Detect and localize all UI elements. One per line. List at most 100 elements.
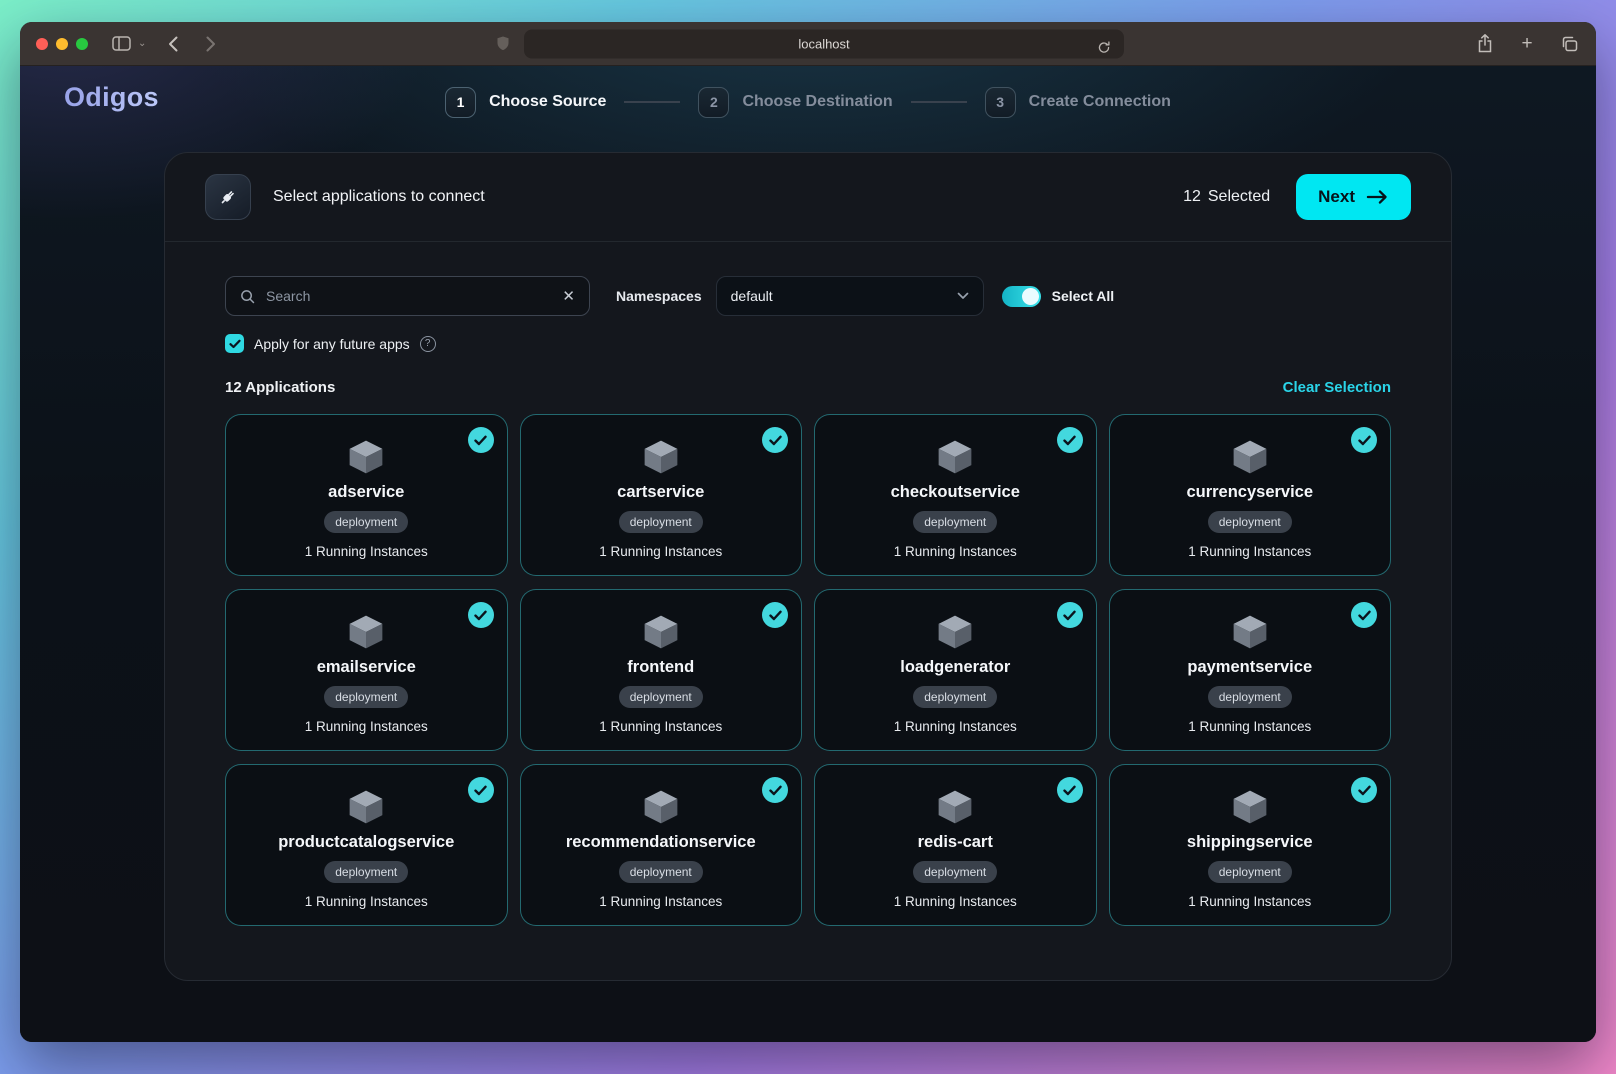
package-icon (935, 438, 975, 476)
browser-window: ⌄ localhost + Odigos 1 Choose Source 2 C… (20, 22, 1596, 1042)
setup-stepper: 1 Choose Source 2 Choose Destination 3 C… (445, 86, 1171, 118)
address-bar[interactable]: localhost (524, 29, 1124, 58)
share-icon[interactable] (1474, 33, 1496, 55)
package-icon (346, 613, 386, 651)
step-choose-source[interactable]: 1 Choose Source (445, 86, 606, 118)
select-all-toggle-group: Select All (1001, 285, 1115, 307)
application-card[interactable]: recommendationservice deployment 1 Runni… (519, 764, 802, 926)
package-icon (641, 613, 681, 651)
application-card[interactable]: cartservice deployment 1 Running Instanc… (519, 414, 802, 576)
instances-label: 1 Running Instances (599, 719, 723, 734)
application-name: productcatalogservice (278, 833, 455, 851)
clear-selection-link[interactable]: Clear Selection (1283, 379, 1391, 396)
applications-grid: adservice deployment 1 Running Instances… (225, 414, 1391, 926)
application-card[interactable]: redis-cart deployment 1 Running Instance… (814, 764, 1097, 926)
odigos-page: Odigos 1 Choose Source 2 Choose Destinat… (20, 66, 1596, 1042)
application-name: checkoutservice (890, 483, 1020, 501)
clear-search-icon[interactable]: ✕ (562, 289, 575, 304)
application-name: frontend (627, 658, 695, 676)
application-card[interactable]: productcatalogservice deployment 1 Runni… (225, 764, 508, 926)
search-box: ✕ (225, 276, 590, 316)
address-bar-url: localhost (798, 36, 850, 51)
application-name: emailservice (316, 658, 416, 676)
select-all-label: Select All (1051, 288, 1115, 304)
forward-button[interactable] (200, 33, 222, 55)
search-input[interactable] (266, 288, 552, 304)
instances-label: 1 Running Instances (1188, 544, 1312, 559)
back-button[interactable] (162, 33, 184, 55)
application-name: cartservice (617, 483, 705, 501)
privacy-shield-icon[interactable] (492, 33, 514, 55)
namespace-selected-value: default (730, 288, 773, 304)
selected-check-icon (762, 777, 788, 803)
selected-check-icon (762, 427, 788, 453)
minimize-window-button[interactable] (56, 37, 68, 50)
selected-label: Selected (1207, 188, 1271, 205)
instances-label: 1 Running Instances (1188, 719, 1312, 734)
zoom-window-button[interactable] (76, 37, 88, 50)
connect-icon (205, 174, 251, 220)
step-create-connection[interactable]: 3 Create Connection (984, 86, 1171, 118)
namespaces-label: Namespaces (616, 288, 702, 304)
application-name: loadgenerator (900, 658, 1011, 676)
package-icon (346, 788, 386, 826)
sidebar-toggle-icon[interactable] (110, 33, 132, 55)
selected-check-icon (1056, 427, 1083, 453)
application-card[interactable]: shippingservice deployment 1 Running Ins… (1108, 764, 1391, 926)
package-icon (1230, 788, 1270, 826)
instances-label: 1 Running Instances (304, 894, 428, 909)
package-icon (935, 788, 975, 826)
future-apps-checkbox[interactable] (225, 334, 244, 353)
next-arrow-icon (1366, 189, 1389, 205)
stepper-connector (624, 101, 681, 103)
selected-check-icon (467, 777, 494, 803)
select-all-toggle[interactable] (1001, 285, 1041, 307)
selected-check-icon (1351, 427, 1377, 453)
instances-label: 1 Running Instances (893, 544, 1017, 559)
application-card[interactable]: frontend deployment 1 Running Instances (519, 589, 802, 751)
step-label: Create Connection (1028, 93, 1171, 110)
search-icon (240, 289, 255, 304)
application-name: recommendationservice (565, 833, 756, 851)
step-choose-destination[interactable]: 2 Choose Destination (698, 86, 893, 118)
odigos-logo: Odigos (64, 82, 159, 112)
selected-check-icon (1056, 777, 1083, 803)
new-tab-button[interactable]: + (1516, 33, 1538, 55)
namespace-select[interactable]: default (715, 276, 984, 316)
kind-badge: deployment (618, 861, 703, 883)
close-window-button[interactable] (36, 37, 48, 50)
tab-overview-icon[interactable] (1558, 33, 1580, 55)
application-name: adservice (328, 483, 405, 501)
application-card[interactable]: paymentservice deployment 1 Running Inst… (1108, 589, 1391, 751)
package-icon (1230, 613, 1270, 651)
selected-check-icon (1056, 602, 1083, 628)
page-header: Odigos 1 Choose Source 2 Choose Destinat… (20, 76, 1596, 128)
application-card[interactable]: loadgenerator deployment 1 Running Insta… (814, 589, 1097, 751)
sidebar-chevron-icon[interactable]: ⌄ (138, 38, 146, 49)
selected-check-icon (762, 602, 788, 628)
application-name: currencyservice (1186, 483, 1314, 501)
window-controls (36, 37, 88, 50)
selected-check-icon (467, 427, 494, 453)
panel-body: ✕ Namespaces default Select All (165, 242, 1451, 980)
application-card[interactable]: emailservice deployment 1 Running Instan… (225, 589, 508, 751)
future-apps-label: Apply for any future apps (254, 335, 410, 352)
selected-count: 12 (1183, 188, 1201, 205)
application-name: paymentservice (1187, 658, 1313, 676)
selected-counter: 12 Selected (1183, 188, 1270, 206)
next-button[interactable]: Next (1296, 174, 1411, 220)
kind-badge: deployment (324, 511, 409, 533)
instances-label: 1 Running Instances (893, 719, 1017, 734)
application-card[interactable]: currencyservice deployment 1 Running Ins… (1108, 414, 1391, 576)
package-icon (346, 438, 386, 476)
instances-label: 1 Running Instances (599, 544, 723, 559)
application-card[interactable]: adservice deployment 1 Running Instances (225, 414, 508, 576)
kind-badge: deployment (618, 511, 703, 533)
application-card[interactable]: checkoutservice deployment 1 Running Ins… (814, 414, 1097, 576)
instances-label: 1 Running Instances (893, 894, 1017, 909)
application-name: redis-cart (917, 833, 993, 851)
help-icon[interactable]: ? (419, 335, 436, 352)
applications-count: 12 Applications (225, 379, 336, 396)
instances-label: 1 Running Instances (304, 544, 428, 559)
reload-button[interactable] (1093, 36, 1115, 58)
